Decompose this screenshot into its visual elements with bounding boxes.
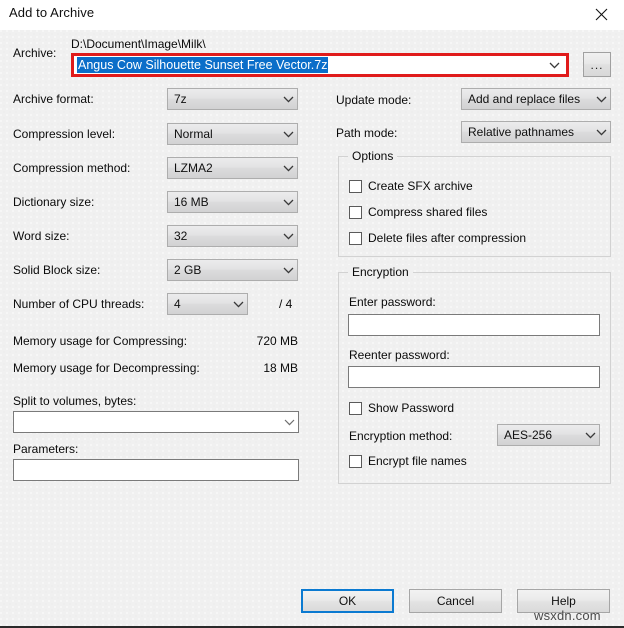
path-mode-combobox[interactable]: Relative pathnames — [461, 121, 611, 143]
word-size-value: 32 — [168, 229, 279, 243]
encrypt-file-names-label: Encrypt file names — [368, 454, 467, 468]
split-volumes-label: Split to volumes, bytes: — [13, 394, 136, 409]
titlebar: Add to Archive — [0, 0, 624, 30]
chevron-down-icon — [279, 96, 297, 103]
encryption-method-value: AES-256 — [498, 428, 581, 442]
watermark: wsxdn.com — [534, 608, 601, 623]
encryption-group-title: Encryption — [348, 265, 413, 279]
checkbox-box — [349, 455, 362, 468]
encryption-method-label: Encryption method: — [349, 429, 452, 444]
dictionary-size-combobox[interactable]: 16 MB — [167, 191, 298, 213]
memory-decompressing-label: Memory usage for Decompressing: — [13, 361, 200, 376]
archive-format-combobox[interactable]: 7z — [167, 88, 298, 110]
checkbox-box — [349, 206, 362, 219]
checkbox-box — [349, 402, 362, 415]
update-mode-value: Add and replace files — [462, 92, 592, 106]
chevron-down-icon — [592, 129, 610, 136]
cpu-threads-total: / 4 — [279, 297, 292, 312]
solid-block-size-label: Solid Block size: — [13, 263, 100, 278]
archive-name-highlight: Angus Cow Silhouette Sunset Free Vector.… — [71, 53, 569, 77]
archive-format-value: 7z — [168, 92, 279, 106]
chevron-down-icon — [592, 96, 610, 103]
memory-compressing-value: 720 MB — [198, 334, 298, 349]
delete-files-after-compression-label: Delete files after compression — [368, 231, 526, 245]
memory-decompressing-value: 18 MB — [198, 361, 298, 376]
chevron-down-icon — [279, 233, 297, 240]
chevron-down-icon — [279, 267, 297, 274]
compression-method-label: Compression method: — [13, 161, 130, 176]
compression-level-value: Normal — [168, 127, 279, 141]
close-icon[interactable] — [579, 0, 624, 29]
chevron-down-icon — [279, 165, 297, 172]
cpu-threads-label: Number of CPU threads: — [13, 297, 144, 312]
path-mode-value: Relative pathnames — [462, 125, 592, 139]
compression-method-combobox[interactable]: LZMA2 — [167, 157, 298, 179]
chevron-down-icon — [581, 432, 599, 439]
dictionary-size-value: 16 MB — [168, 195, 279, 209]
reenter-password-label: Reenter password: — [349, 348, 450, 363]
show-password-checkbox[interactable]: Show Password — [349, 401, 454, 415]
cancel-button[interactable]: Cancel — [409, 589, 502, 613]
chevron-down-icon — [279, 131, 297, 138]
checkbox-box — [349, 180, 362, 193]
archive-label: Archive: — [13, 46, 56, 61]
parameters-input[interactable] — [13, 459, 299, 481]
chevron-down-icon — [229, 301, 247, 308]
solid-block-size-value: 2 GB — [168, 263, 279, 277]
memory-compressing-label: Memory usage for Compressing: — [13, 334, 187, 349]
compress-shared-files-checkbox[interactable]: Compress shared files — [349, 205, 487, 219]
word-size-combobox[interactable]: 32 — [167, 225, 298, 247]
compression-level-combobox[interactable]: Normal — [167, 123, 298, 145]
window-title: Add to Archive — [9, 5, 94, 20]
word-size-label: Word size: — [13, 229, 69, 244]
solid-block-size-combobox[interactable]: 2 GB — [167, 259, 298, 281]
update-mode-combobox[interactable]: Add and replace files — [461, 88, 611, 110]
delete-files-after-compression-checkbox[interactable]: Delete files after compression — [349, 231, 526, 245]
encryption-method-combobox[interactable]: AES-256 — [497, 424, 600, 446]
create-sfx-archive-checkbox[interactable]: Create SFX archive — [349, 179, 473, 193]
cpu-threads-value: 4 — [168, 297, 229, 311]
parameters-label: Parameters: — [13, 442, 78, 457]
compress-shared-files-label: Compress shared files — [368, 205, 487, 219]
chevron-down-icon — [280, 419, 298, 426]
cpu-threads-combobox[interactable]: 4 — [167, 293, 248, 315]
reenter-password-input[interactable] — [348, 366, 600, 388]
compression-method-value: LZMA2 — [168, 161, 279, 175]
chevron-down-icon[interactable] — [545, 57, 563, 73]
dictionary-size-label: Dictionary size: — [13, 195, 94, 210]
path-mode-label: Path mode: — [336, 126, 397, 141]
show-password-label: Show Password — [368, 401, 454, 415]
archive-format-label: Archive format: — [13, 92, 94, 107]
browse-button[interactable]: ... — [583, 52, 611, 77]
compression-level-label: Compression level: — [13, 127, 115, 142]
encrypt-file-names-checkbox[interactable]: Encrypt file names — [349, 454, 467, 468]
chevron-down-icon — [279, 199, 297, 206]
archive-name-combobox[interactable]: Angus Cow Silhouette Sunset Free Vector.… — [74, 56, 566, 74]
archive-path-text: D:\Document\Image\Milk\ — [71, 37, 206, 52]
ok-button[interactable]: OK — [301, 589, 394, 613]
update-mode-label: Update mode: — [336, 93, 411, 108]
add-to-archive-dialog: Add to Archive Archive: D:\Document\Imag… — [0, 0, 624, 628]
archive-name-value: Angus Cow Silhouette Sunset Free Vector.… — [77, 57, 328, 73]
create-sfx-archive-label: Create SFX archive — [368, 179, 473, 193]
split-volumes-combobox[interactable] — [13, 411, 299, 433]
options-group-title: Options — [348, 149, 397, 163]
enter-password-label: Enter password: — [349, 295, 436, 310]
enter-password-input[interactable] — [348, 314, 600, 336]
checkbox-box — [349, 232, 362, 245]
